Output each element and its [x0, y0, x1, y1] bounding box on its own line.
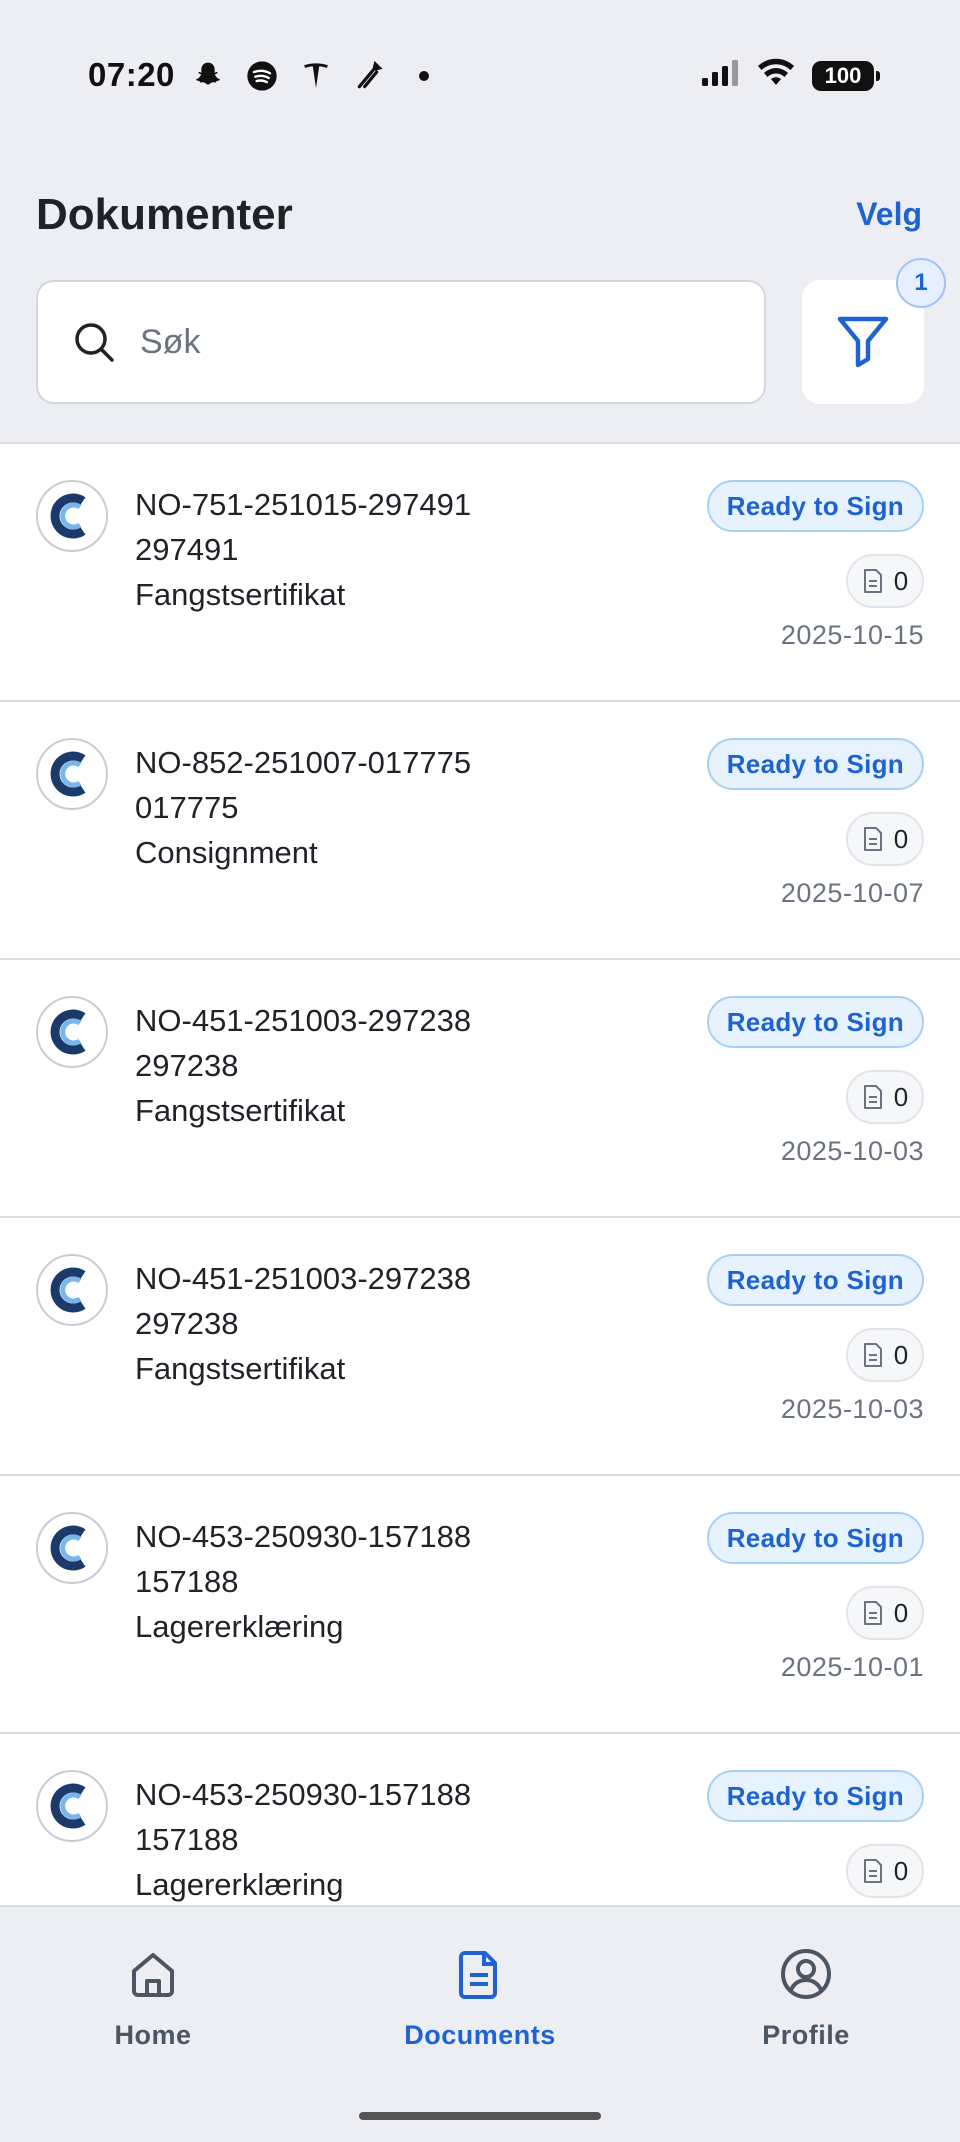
filter-icon	[834, 311, 892, 374]
document-date: 2025-10-15	[780, 620, 924, 650]
document-date: 2025-10-01	[780, 1652, 924, 1682]
status-time: 07:20	[88, 56, 175, 93]
document-type: Consignment	[135, 835, 318, 870]
attachment-count: 0	[846, 812, 924, 866]
bottom-nav: Home Documents Profile	[0, 1905, 960, 2142]
document-date: 2025-10-03	[780, 1136, 924, 1166]
tesla-wrench-icon	[352, 58, 388, 94]
document-number: 297238	[135, 1048, 239, 1083]
page-title: Dokumenter	[36, 190, 293, 239]
document-row[interactable]: NO-451-251003-297238 297238 Fangstsertif…	[0, 1216, 960, 1474]
document-id: NO-451-251003-297238	[135, 1003, 472, 1038]
search-input[interactable]	[140, 322, 700, 362]
status-badge: Ready to Sign	[706, 1254, 924, 1306]
filter-count-badge: 1	[896, 258, 946, 308]
nav-label: Home	[114, 2020, 192, 2050]
file-icon	[863, 1601, 882, 1625]
status-bar: 07:20 100	[0, 0, 960, 150]
document-type: Fangstsertifikat	[135, 1093, 346, 1128]
document-type: Lagererklæring	[135, 1867, 344, 1902]
attachment-count: 0	[846, 1844, 924, 1898]
document-row[interactable]: NO-453-250930-157188 157188 Lagererklæri…	[0, 1474, 960, 1732]
spotify-icon	[244, 58, 280, 94]
document-number: 017775	[135, 790, 239, 825]
home-icon	[126, 1947, 180, 2006]
document-row[interactable]: NO-751-251015-297491 297491 Fangstsertif…	[0, 442, 960, 700]
status-badge: Ready to Sign	[706, 738, 924, 790]
document-details: NO-751-251015-297491 297491 Fangstsertif…	[135, 482, 471, 617]
nav-documents[interactable]: Documents	[370, 1947, 590, 2051]
status-badge: Ready to Sign	[706, 996, 924, 1048]
document-number: 297491	[135, 532, 239, 567]
app-screen: 07:20 100 Dokumenter Velg Søk 1 NO-751-2…	[0, 0, 960, 2142]
search-icon	[72, 320, 116, 364]
attachment-count-value: 0	[893, 565, 909, 596]
document-id: NO-451-251003-297238	[135, 1261, 472, 1296]
document-avatar-icon	[36, 1512, 108, 1584]
document-id: NO-453-250930-157188	[135, 1777, 472, 1812]
tesla-icon	[298, 58, 334, 94]
document-icon	[453, 1947, 507, 2006]
document-avatar-icon	[36, 1770, 108, 1842]
status-left-icons	[190, 58, 442, 94]
header-area: 07:20 100 Dokumenter Velg Søk 1	[0, 0, 960, 442]
attachment-count: 0	[846, 1070, 924, 1124]
document-id: NO-852-251007-017775	[135, 745, 472, 780]
status-badge: Ready to Sign	[706, 1770, 924, 1822]
status-badge: Ready to Sign	[706, 480, 924, 532]
document-id: NO-453-250930-157188	[135, 1519, 472, 1554]
status-badge: Ready to Sign	[706, 1512, 924, 1564]
document-date: 2025-10-07	[780, 878, 924, 908]
document-avatar-icon	[36, 1254, 108, 1326]
document-number: 157188	[135, 1822, 239, 1857]
snapchat-icon	[190, 58, 226, 94]
search-field[interactable]	[36, 280, 766, 404]
document-list: NO-751-251015-297491 297491 Fangstsertif…	[0, 442, 960, 1990]
document-row[interactable]: NO-451-251003-297238 297238 Fangstsertif…	[0, 958, 960, 1216]
file-icon	[863, 1859, 882, 1883]
file-icon	[863, 1085, 882, 1109]
document-type: Fangstsertifikat	[135, 1351, 346, 1386]
document-avatar-icon	[36, 738, 108, 810]
document-details: NO-451-251003-297238 297238 Fangstsertif…	[135, 998, 471, 1133]
attachment-count: 0	[846, 1328, 924, 1382]
document-row[interactable]: NO-852-251007-017775 017775 Consignment …	[0, 700, 960, 958]
battery-icon: 100	[812, 60, 880, 91]
document-avatar-icon	[36, 480, 108, 552]
document-details: NO-451-251003-297238 297238 Fangstsertif…	[135, 1256, 471, 1391]
wifi-icon	[756, 58, 796, 93]
file-icon	[863, 1343, 882, 1367]
document-details: NO-453-250930-157188 157188 Lagererklæri…	[135, 1514, 471, 1649]
dot-icon	[406, 58, 442, 94]
nav-profile[interactable]: Profile	[696, 1947, 916, 2051]
attachment-count-value: 0	[893, 1339, 909, 1370]
nav-home[interactable]: Home	[43, 1947, 263, 2051]
home-indicator[interactable]	[359, 2112, 601, 2120]
attachment-count-value: 0	[893, 1855, 909, 1886]
nav-label: Profile	[762, 2020, 850, 2050]
attachment-count: 0	[846, 1586, 924, 1640]
document-id: NO-751-251015-297491	[135, 487, 472, 522]
document-date: 2025-10-03	[780, 1394, 924, 1424]
attachment-count-value: 0	[893, 823, 909, 854]
attachment-count-value: 0	[893, 1597, 909, 1628]
file-icon	[863, 827, 882, 851]
cellular-signal-icon	[700, 58, 740, 93]
document-details: NO-852-251007-017775 017775 Consignment	[135, 740, 471, 875]
nav-label: Documents	[404, 2020, 556, 2050]
document-number: 297238	[135, 1306, 239, 1341]
document-details: NO-453-250930-157188 157188 Lagererklæri…	[135, 1772, 471, 1907]
document-type: Fangstsertifikat	[135, 577, 346, 612]
status-right-icons: 100	[700, 58, 880, 93]
profile-icon	[779, 1947, 833, 2006]
document-type: Lagererklæring	[135, 1609, 344, 1644]
attachment-count-value: 0	[893, 1081, 909, 1112]
document-number: 157188	[135, 1564, 239, 1599]
document-avatar-icon	[36, 996, 108, 1068]
file-icon	[863, 569, 882, 593]
attachment-count: 0	[846, 554, 924, 608]
select-button[interactable]: Velg	[856, 196, 922, 233]
